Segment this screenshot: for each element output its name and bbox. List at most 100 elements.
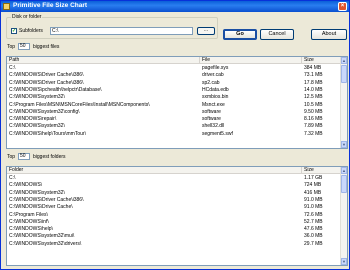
- scroll-down-icon[interactable]: ▼: [341, 141, 347, 148]
- table-row[interactable]: C:\WINDOWS\ 724 MB: [7, 182, 341, 189]
- file-cell: driver.cab: [202, 72, 224, 79]
- folders-scrollbar[interactable]: ▲ ▼: [340, 167, 347, 265]
- biggest-files-label: biggest files: [33, 44, 60, 50]
- column-header-size[interactable]: Size: [302, 57, 341, 64]
- folder-cell: C:\WINDOWS\inf\: [9, 218, 49, 225]
- size-cell: 36.0 MB: [304, 233, 323, 240]
- table-row[interactable]: C:\Program Files\MSN\MSNCoreFiles\Instal…: [7, 102, 341, 109]
- app-icon: [3, 3, 10, 10]
- title-bar[interactable]: Primitive File Size Chart ×: [1, 1, 349, 12]
- folder-cell: C:\Program Files\: [9, 211, 48, 218]
- table-row[interactable]: C:\WINDOWS\system32\mui\ 36.0 MB: [7, 233, 341, 240]
- table-row[interactable]: C:\WINDOWS\repair\ software 8.16 MB: [7, 116, 341, 123]
- path-cell: C:\WINDOWS\system32\config\: [9, 108, 80, 115]
- file-cell: software: [202, 116, 221, 123]
- top-folders-input[interactable]: 50: [18, 153, 30, 160]
- window-title: Primitive File Size Chart: [13, 2, 88, 9]
- size-cell: 52.7 MB: [304, 218, 323, 225]
- file-cell: pagefile.sys: [202, 65, 229, 71]
- table-row[interactable]: C:\WINDOWS\Driver Cache\i386\ sp2.cab 17.8…: [7, 80, 341, 87]
- files-scrollbar[interactable]: ▲ ▼: [340, 57, 347, 148]
- file-cell: software: [202, 108, 221, 115]
- folder-cell: C:\: [9, 175, 16, 181]
- disk-or-folder-group: Disk or folder ✓ Subfolders C:\ ...: [6, 14, 218, 39]
- path-input[interactable]: C:\: [50, 27, 193, 35]
- folder-cell: C:\WINDOWS\: [9, 182, 43, 189]
- table-row[interactable]: C:\WINDOWS\system32\drivers\ 29.7 MB: [7, 241, 341, 248]
- size-cell: 91.0 MB: [304, 196, 323, 203]
- file-cell: shell32.dll: [202, 123, 225, 130]
- top-files-label: Top: [7, 44, 16, 50]
- subfolders-label: Subfolders: [19, 28, 43, 34]
- about-button[interactable]: About: [311, 29, 347, 40]
- table-row[interactable]: C:\WINDOWS\system32\ sxmbios.bin 12.5 MB: [7, 94, 341, 101]
- size-cell: 7.32 MB: [304, 130, 323, 137]
- folder-cell: C:\WINDOWS\Driver Cache\: [9, 204, 73, 211]
- size-cell: 416 MB: [304, 189, 322, 196]
- table-row[interactable]: C:\WINDOWS\system32\ 416 MB: [7, 190, 341, 197]
- table-row[interactable]: C:\WINDOWS\Driver Cache\i386\ driver.cab 7…: [7, 72, 341, 79]
- files-list-header: Path File Size: [7, 57, 341, 64]
- size-cell: 1.17 GB: [304, 175, 323, 181]
- table-row[interactable]: C:\WINDOWS\help\Tours\mmTour\ segment5.sw…: [7, 131, 341, 138]
- size-cell: 9.50 MB: [304, 108, 323, 115]
- go-button[interactable]: Go: [223, 29, 257, 40]
- table-row[interactable]: C:\WINDOWS\system32\config\ software 9.50 …: [7, 109, 341, 116]
- scroll-thumb[interactable]: [341, 175, 347, 193]
- table-row[interactable]: C:\WINDOWS\pchealth\helpctr\Database\ HCd…: [7, 87, 341, 94]
- path-cell: C:\WINDOWS\Driver Cache\i386\: [9, 72, 84, 79]
- size-cell: 12.5 MB: [304, 94, 323, 101]
- table-row[interactable]: C:\WINDOWS\Driver Cache\i386\ 91.0 MB: [7, 197, 341, 204]
- size-cell: 8.16 MB: [304, 116, 323, 123]
- size-cell: 29.7 MB: [304, 240, 323, 247]
- column-header-file[interactable]: File: [200, 57, 302, 64]
- top-folders-label: Top: [7, 154, 16, 160]
- folder-cell: C:\WINDOWS\system32\drivers\: [9, 240, 82, 247]
- folder-cell: C:\WINDOWS\help\: [9, 226, 53, 233]
- browse-button[interactable]: ...: [197, 27, 215, 35]
- files-list[interactable]: Path File Size C:\ pagefile.sys 384 MB C:\W…: [6, 56, 348, 149]
- scroll-up-icon[interactable]: ▲: [341, 57, 347, 64]
- folder-cell: C:\WINDOWS\system32\: [9, 189, 65, 196]
- table-row[interactable]: C:\ 1.17 GB: [7, 175, 341, 182]
- file-cell: sp2.cab: [202, 79, 220, 86]
- size-cell: 384 MB: [304, 65, 322, 71]
- file-cell: sxmbios.bin: [202, 94, 229, 101]
- folders-list-header: Folder Size: [7, 167, 341, 174]
- size-cell: 14.0 MB: [304, 86, 323, 93]
- folder-cell: C:\WINDOWS\system32\mui\: [9, 233, 75, 240]
- app-window: Primitive File Size Chart × Disk or fold…: [0, 0, 350, 270]
- path-cell: C:\WINDOWS\pchealth\helpctr\Database\: [9, 86, 102, 93]
- folder-cell: C:\WINDOWS\Driver Cache\i386\: [9, 196, 84, 203]
- path-cell: C:\WINDOWS\Driver Cache\i386\: [9, 79, 84, 86]
- size-cell: 7.89 MB: [304, 123, 323, 130]
- path-cell: C:\WINDOWS\system32\: [9, 94, 65, 101]
- size-cell: 17.8 MB: [304, 79, 323, 86]
- table-row[interactable]: C:\WINDOWS\help\ 47.6 MB: [7, 226, 341, 233]
- column-header-size[interactable]: Size: [302, 167, 341, 174]
- file-cell: segment5.swf: [202, 130, 233, 137]
- cancel-button[interactable]: Cancel: [260, 29, 294, 40]
- table-row[interactable]: C:\ pagefile.sys 384 MB: [7, 65, 341, 72]
- column-header-path[interactable]: Path: [7, 57, 200, 64]
- table-row[interactable]: C:\WINDOWS\Driver Cache\ 91.0 MB: [7, 204, 341, 211]
- path-cell: C:\WINDOWS\help\Tours\mmTour\: [9, 130, 86, 137]
- table-row[interactable]: C:\Program Files\ 72.6 MB: [7, 212, 341, 219]
- top-files-input[interactable]: 50: [18, 43, 30, 50]
- group-label: Disk or folder: [11, 14, 43, 20]
- file-cell: HCdata.edb: [202, 86, 229, 93]
- path-cell: C:\WINDOWS\system32\: [9, 123, 65, 130]
- size-cell: 47.6 MB: [304, 226, 323, 233]
- scroll-up-icon[interactable]: ▲: [341, 167, 347, 174]
- size-cell: 91.0 MB: [304, 204, 323, 211]
- folders-list[interactable]: Folder Size C:\ 1.17 GB C:\WINDOWS\ 724 MB C…: [6, 166, 348, 266]
- path-cell: C:\WINDOWS\repair\: [9, 116, 57, 123]
- scroll-thumb[interactable]: [341, 65, 347, 83]
- scroll-down-icon[interactable]: ▼: [341, 258, 347, 265]
- column-header-folder[interactable]: Folder: [7, 167, 302, 174]
- table-row[interactable]: C:\WINDOWS\system32\ shell32.dll 7.89 MB: [7, 123, 341, 130]
- size-cell: 724 MB: [304, 182, 322, 189]
- close-button[interactable]: ×: [338, 2, 347, 11]
- table-row[interactable]: C:\WINDOWS\inf\ 52.7 MB: [7, 219, 341, 226]
- subfolders-checkbox[interactable]: ✓: [11, 28, 17, 34]
